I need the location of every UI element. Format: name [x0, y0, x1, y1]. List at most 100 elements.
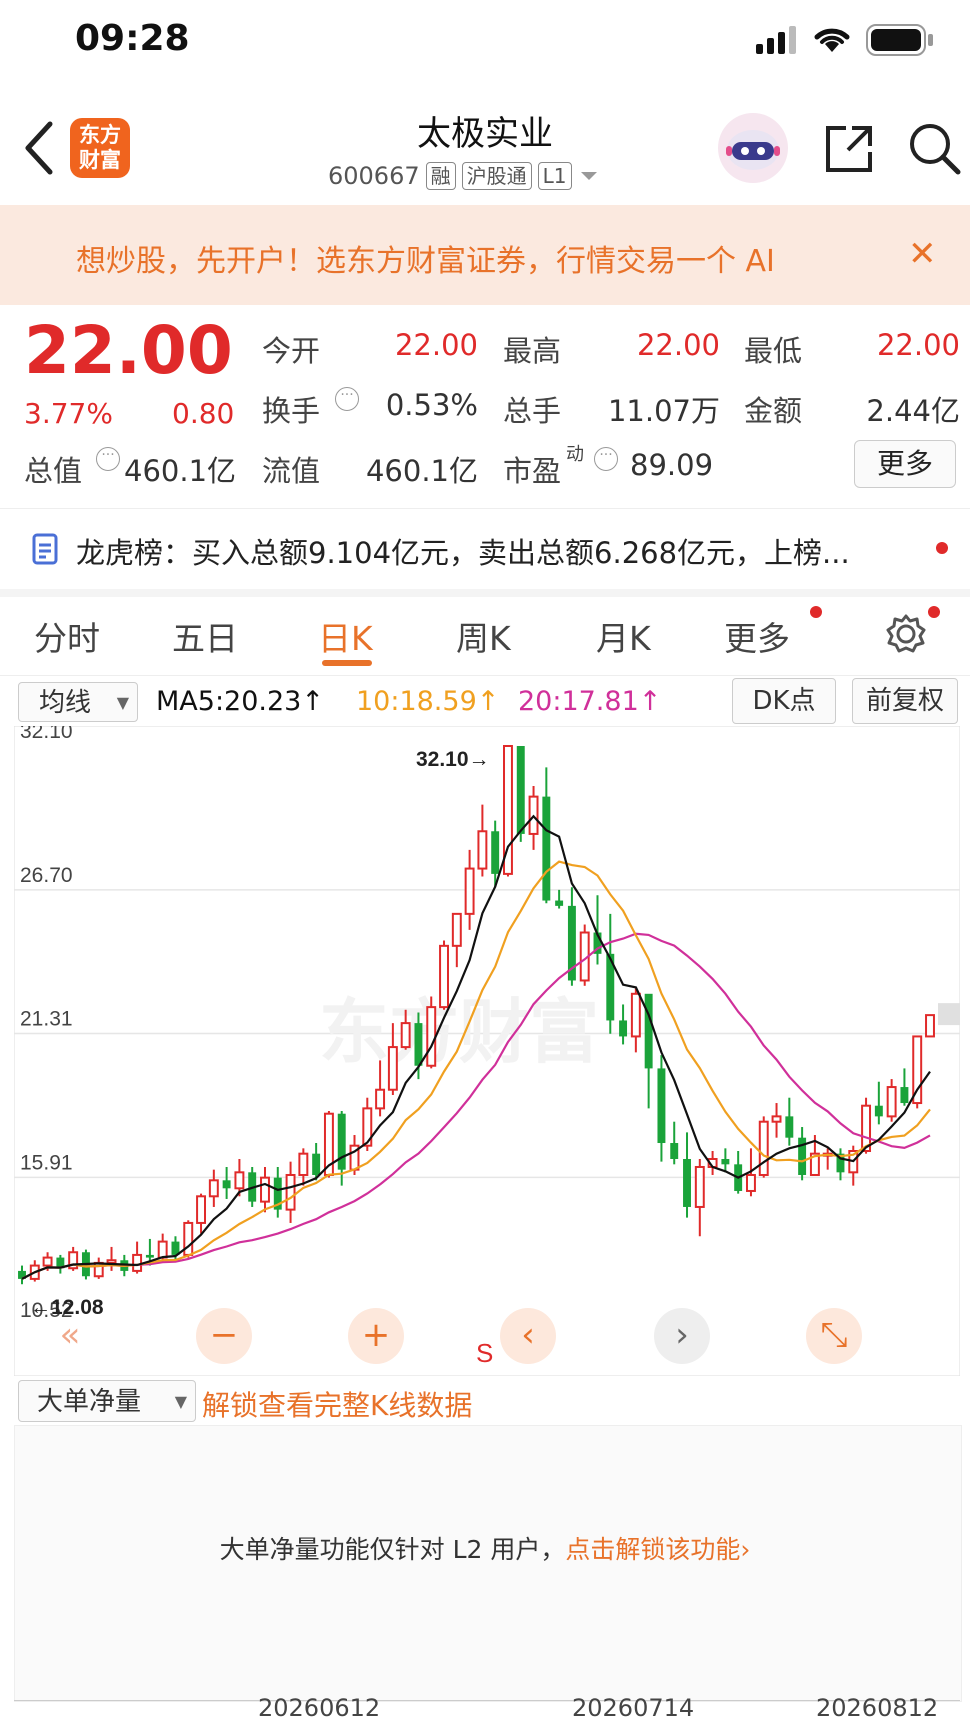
candle-down	[900, 1087, 909, 1104]
tab-five-day[interactable]: 五日	[172, 612, 238, 660]
promo-text[interactable]: 想炒股，先开户！选东方财富证券，行情交易一个 AI	[76, 236, 896, 280]
active-tab-indicator	[322, 660, 372, 666]
candle-down	[312, 1153, 321, 1175]
info-icon[interactable]: ···	[335, 387, 359, 411]
value-pe: 89.09	[630, 448, 714, 482]
kline-chart[interactable]: 32.1026.7021.3115.9110.52东方财富32.10→←12.0…	[14, 726, 960, 1376]
value-high: 22.00	[636, 328, 720, 362]
scroll-left-icon[interactable]: «	[42, 1308, 98, 1364]
dk-point-button[interactable]: DK点	[732, 678, 836, 724]
chevron-right-icon[interactable]: ›	[740, 1535, 750, 1564]
chevron-down-icon	[580, 172, 597, 180]
label-amount: 金额	[744, 394, 803, 428]
candle-down	[657, 1068, 666, 1144]
candle-up	[157, 1240, 168, 1259]
candle-down	[670, 1143, 679, 1159]
ma10-value: 10:18.59↑	[356, 686, 500, 717]
candle-up	[771, 1115, 782, 1123]
candle-down	[542, 796, 551, 901]
candle-down	[516, 746, 525, 834]
candle-down	[222, 1180, 231, 1189]
ma-selector-label: 均线	[39, 688, 92, 718]
share-icon[interactable]	[822, 122, 876, 176]
tag-level: L1	[537, 162, 572, 190]
tab-more[interactable]: 更多	[724, 612, 790, 660]
next-candle-button[interactable]: ›	[654, 1308, 710, 1364]
candle-down	[145, 1254, 154, 1258]
y-tick-label: 21.31	[20, 1008, 73, 1031]
tab-intraday[interactable]: 分时	[34, 612, 100, 660]
ma-selector[interactable]: 均线 ▼	[18, 682, 138, 722]
candle-down	[414, 1023, 423, 1066]
l2-message: 大单净量功能仅针对 L2 用户，点击解锁该功能›	[0, 1530, 970, 1566]
prev-candle-button[interactable]: ‹	[500, 1308, 556, 1364]
candle-down	[785, 1116, 794, 1138]
indicator-selector[interactable]: 大单净量 ▼	[18, 1380, 196, 1422]
candle-down	[874, 1105, 883, 1117]
value-open: 22.00	[394, 328, 478, 362]
zoom-in-button[interactable]: +	[348, 1308, 404, 1364]
y-tick-label: 15.91	[20, 1151, 73, 1174]
s-signal-marker: S	[476, 1338, 493, 1368]
date-label: 20260714	[572, 1694, 695, 1722]
date-label: 20260812	[816, 1694, 939, 1722]
unread-dot	[928, 606, 940, 618]
info-icon[interactable]: ···	[96, 447, 120, 471]
stock-subline[interactable]: 600667 融 沪股通 L1	[328, 162, 600, 190]
label-pe: 市盈	[503, 454, 562, 488]
candle-down	[644, 993, 653, 1069]
unlock-kline-link[interactable]: 解锁查看完整K线数据	[202, 1384, 472, 1424]
document-icon	[32, 533, 58, 565]
y-tick-label: 26.70	[20, 864, 73, 887]
candle-up	[285, 1173, 296, 1211]
label-float-value: 流值	[262, 454, 321, 488]
value-low: 22.00	[876, 328, 960, 362]
dropdown-arrow-icon: ▼	[174, 1392, 187, 1411]
forward-adjust-button[interactable]: 前复权	[852, 678, 958, 724]
tab-weekly-k[interactable]: 周K	[456, 612, 511, 660]
candle-up	[886, 1086, 897, 1118]
l2-unlock-link[interactable]: 点击解锁该功能	[565, 1535, 740, 1564]
robot-assistant-icon[interactable]	[714, 112, 792, 184]
tab-daily-k[interactable]: 日K	[318, 612, 373, 660]
candle-up	[375, 1088, 386, 1110]
candle-up	[925, 1014, 935, 1038]
more-quote-button[interactable]: 更多	[854, 440, 956, 488]
status-bar: 09:28	[0, 0, 970, 80]
candle-up	[477, 830, 488, 870]
ma5-value: MA5:20.23↑	[156, 686, 324, 717]
candle-down	[491, 831, 500, 874]
change-percent: 3.77%	[24, 397, 113, 430]
close-icon[interactable]: ✕	[908, 234, 937, 274]
candle-up	[298, 1152, 309, 1176]
label-high: 最高	[503, 334, 562, 368]
candle-up	[132, 1253, 143, 1272]
dragon-tiger-text[interactable]: 龙虎榜：买入总额9.104亿元，卖出总额6.268亿元，上榜...	[76, 530, 850, 572]
label-open: 今开	[262, 334, 321, 368]
max-price-marker: 32.10→	[416, 748, 490, 771]
date-label: 20260612	[258, 1694, 381, 1722]
fullscreen-button[interactable]: ⤡	[806, 1308, 862, 1364]
candle-up	[451, 912, 462, 947]
info-icon[interactable]: ···	[594, 447, 618, 471]
candle-down	[619, 1020, 628, 1037]
value-amount: 2.44亿	[866, 394, 960, 428]
tag-margin: 融	[425, 162, 456, 190]
change-amount: 0.80	[172, 397, 235, 430]
search-icon[interactable]	[906, 120, 962, 176]
candle-up	[694, 1165, 705, 1208]
candle-up	[42, 1256, 53, 1267]
indicator-selector-label: 大单净量	[37, 1387, 142, 1417]
zoom-out-button[interactable]: −	[196, 1308, 252, 1364]
settings-gear-icon[interactable]	[884, 612, 928, 656]
tab-monthly-k[interactable]: 月K	[596, 612, 651, 660]
current-price-tag	[938, 1003, 960, 1026]
current-price: 22.00	[24, 312, 233, 389]
candle-up	[196, 1195, 207, 1224]
candle-down	[683, 1158, 691, 1207]
status-time: 09:28	[75, 18, 190, 59]
candle-up	[630, 992, 641, 1038]
battery-icon	[866, 24, 933, 56]
candle-up	[426, 1006, 437, 1067]
label-turnover: 换手	[262, 394, 321, 428]
